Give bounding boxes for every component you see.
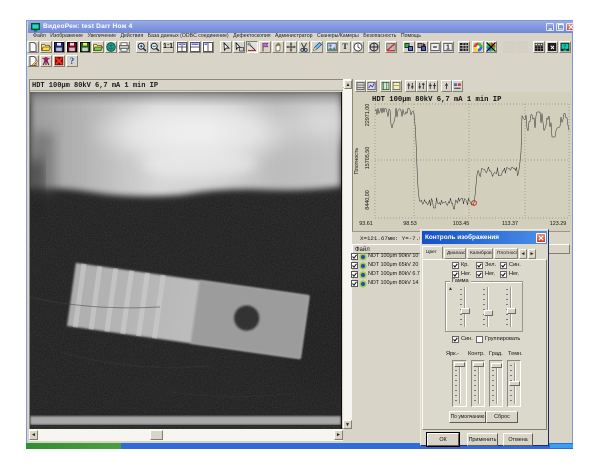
svg-text:15705,50: 15705,50 <box>365 147 371 169</box>
svg-text:113.37: 113.37 <box>502 221 518 227</box>
svg-text:Плотность: Плотность <box>354 148 360 175</box>
svg-text:HDT 100μm 80kV 6,7 mA 1 min IP: HDT 100μm 80kV 6,7 mA 1 min IP <box>372 96 502 104</box>
svg-text:1: 1 <box>446 44 450 51</box>
svg-text:8440,00: 8440,00 <box>365 190 371 210</box>
svg-text:98.53: 98.53 <box>403 221 417 227</box>
svg-text:123.29: 123.29 <box>550 221 567 227</box>
svg-text:22971,00: 22971,00 <box>365 104 371 126</box>
svg-text:103.45: 103.45 <box>453 221 470 227</box>
svg-text:93.61: 93.61 <box>359 221 373 227</box>
svg-text:?: ? <box>563 44 566 50</box>
